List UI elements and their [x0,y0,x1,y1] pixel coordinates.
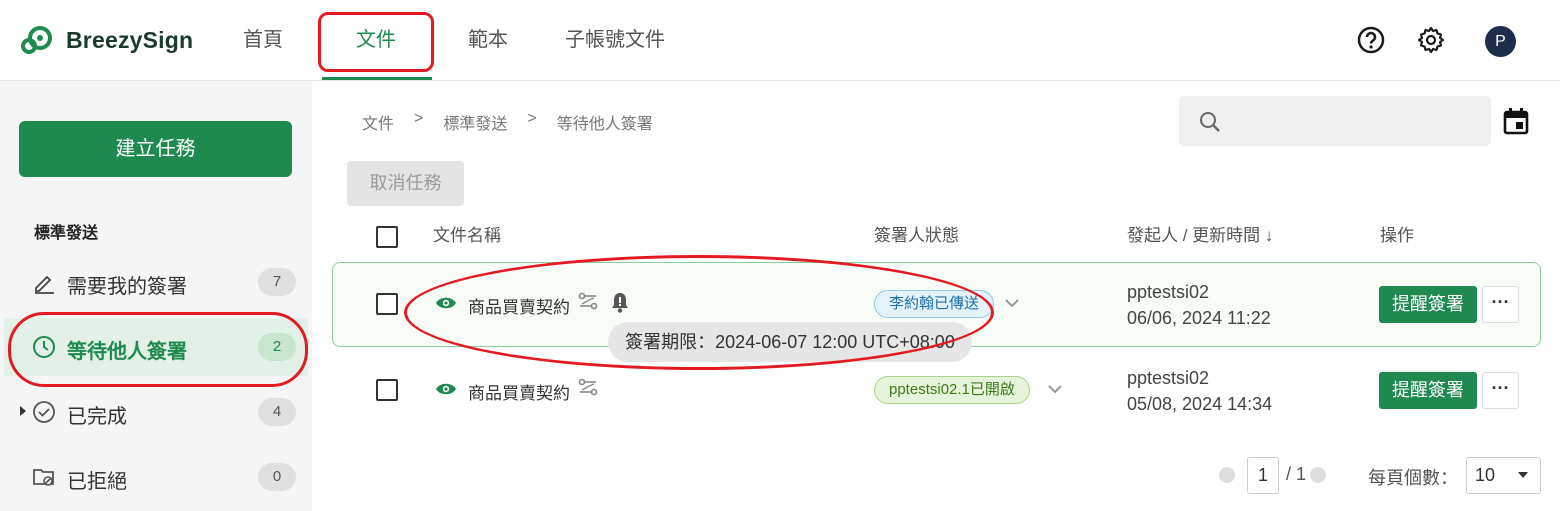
more-actions-button[interactable]: ··· [1482,286,1519,323]
highlight-ellipse-first-row [404,255,994,370]
column-header-signer-status: 簽署人狀態 [874,226,959,245]
eye-icon[interactable] [435,381,457,397]
breadcrumb-separator: > [527,110,537,127]
column-header-actions: 操作 [1380,226,1414,245]
chevron-down-icon[interactable] [1047,384,1063,394]
help-icon[interactable] [1356,25,1386,55]
breadcrumb-item-documents[interactable]: 文件 [362,110,394,134]
active-tab-indicator [322,77,432,80]
per-page-select[interactable]: 10 [1466,457,1541,494]
dropdown-arrow-icon [1518,472,1528,478]
column-header-sender-updated[interactable]: 發起人 / 更新時間 ↓ [1127,221,1273,246]
per-page-value: 10 [1475,465,1496,485]
brand-logo[interactable]: BreezySign [20,24,193,56]
sender-name: pptestsi02 [1127,368,1210,388]
select-all-checkbox[interactable] [376,226,398,248]
folder-blocked-icon [33,469,54,486]
breadcrumb-item-waiting-others: 等待他人簽署 [556,116,653,133]
user-avatar[interactable]: P [1485,26,1516,57]
page-total: / 1 [1286,464,1307,484]
updated-time: 06/06, 2024 11:22 [1127,308,1271,328]
remind-sign-button[interactable]: 提醒簽署 [1379,286,1477,323]
logo-icon [21,26,52,54]
column-header-document-name: 文件名稱 [433,226,501,245]
search-input[interactable] [1179,96,1491,146]
document-name[interactable]: 商品買賣契約 [468,379,570,404]
gear-icon[interactable] [1416,25,1446,55]
count-badge: 7 [258,268,296,296]
count-badge: 4 [258,398,296,426]
signing-flow-icon[interactable] [578,378,598,396]
check-circle-icon [33,401,55,423]
highlight-box-documents-tab [318,12,434,72]
sidebar-item-rejected[interactable]: 已拒絕 0 [4,448,308,506]
create-task-button[interactable]: 建立任務 [19,121,292,177]
row-checkbox[interactable] [376,379,398,401]
sidebar-item-label: 已拒絕 [67,471,127,493]
sender-name: pptestsi02 [1127,282,1210,302]
sidebar-item-label: 需要我的簽署 [67,276,187,298]
remind-sign-button[interactable]: 提醒簽署 [1379,372,1477,409]
prev-page-icon[interactable] [1219,467,1235,483]
row-checkbox[interactable] [376,293,398,315]
brand-name: BreezySign [66,26,194,53]
highlight-ellipse-waiting-others [8,312,308,387]
sidebar-item-completed[interactable]: 已完成 4 [4,383,308,441]
tab-subaccount-documents[interactable]: 子帳號文件 [565,0,665,80]
section-title-standard-send: 標準發送 [34,225,99,242]
tab-home[interactable]: 首頁 [243,0,283,80]
chevron-down-icon[interactable] [1004,298,1020,308]
pencil-icon [35,275,54,294]
per-page-label: 每頁個數： [1368,468,1458,488]
updated-time: 05/08, 2024 14:34 [1127,394,1273,414]
breadcrumb: 文件 > 標準發送 > 等待他人簽署 [362,110,653,134]
more-actions-button[interactable]: ··· [1482,372,1519,409]
caret-right-icon[interactable] [20,406,26,416]
cancel-task-button[interactable]: 取消任務 [347,161,464,206]
count-badge: 0 [258,463,296,491]
signer-status-chip[interactable]: pptestsi02.1已開啟 [874,376,1030,404]
calendar-icon[interactable] [1503,107,1529,135]
sidebar: 建立任務 標準發送 需要我的簽署 7 等待他人簽署 2 已完成 4 已拒絕 0 [0,81,312,511]
sidebar-item-label: 已完成 [67,406,127,428]
next-page-icon[interactable] [1310,467,1326,483]
sidebar-item-need-my-signature[interactable]: 需要我的簽署 7 [4,253,308,311]
tab-templates[interactable]: 範本 [468,0,508,80]
top-navbar: BreezySign 首頁 文件 範本 子帳號文件 P [0,0,1560,81]
search-icon [1200,112,1220,132]
page-number-input[interactable]: 1 [1247,457,1279,494]
breadcrumb-item-standard-send[interactable]: 標準發送 [443,110,507,134]
breadcrumb-separator: > [414,110,424,127]
